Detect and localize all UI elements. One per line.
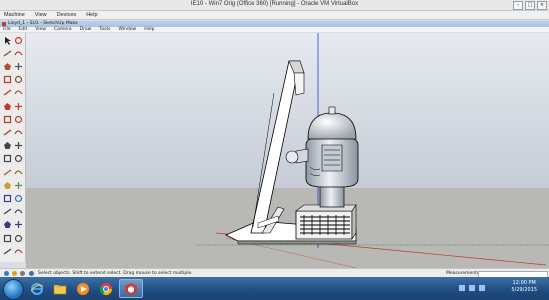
3d-text-icon[interactable] xyxy=(13,167,23,177)
look-around-icon[interactable] xyxy=(2,246,12,256)
tape-measure-icon[interactable] xyxy=(2,141,12,151)
explorer-icon[interactable] xyxy=(50,279,70,298)
robot-antenna xyxy=(328,106,336,115)
pedestal-side xyxy=(351,204,357,240)
zoom-icon[interactable] xyxy=(2,207,12,217)
section-plane-icon[interactable] xyxy=(13,180,23,190)
move-icon[interactable] xyxy=(2,114,12,124)
follow-me-icon[interactable] xyxy=(13,101,23,111)
rectangle-icon[interactable] xyxy=(2,61,12,71)
robot-hand xyxy=(285,150,299,164)
close-button[interactable]: × xyxy=(537,1,547,10)
chrome-icon[interactable] xyxy=(96,279,116,298)
media-player-icon[interactable] xyxy=(73,279,93,298)
frame-back-arm xyxy=(293,72,305,96)
axes-icon[interactable] xyxy=(2,167,12,177)
pie-icon[interactable] xyxy=(13,88,23,98)
volume-icon[interactable] xyxy=(479,285,485,291)
menu-machine[interactable]: Machine xyxy=(4,11,25,19)
zoom-extents-icon[interactable] xyxy=(13,207,23,217)
walk-icon[interactable] xyxy=(13,233,23,243)
freehand-icon[interactable] xyxy=(13,48,23,58)
text-icon[interactable] xyxy=(13,154,23,164)
start-button[interactable] xyxy=(3,279,24,300)
arc-icon[interactable] xyxy=(2,88,12,98)
vm-window-title: IE10 - Win7 Orig (Office 360) [Running] … xyxy=(190,1,359,7)
select-icon[interactable] xyxy=(2,35,12,45)
menu-view-su[interactable]: View xyxy=(35,27,46,32)
line-icon[interactable] xyxy=(2,48,12,58)
vm-window-controls: – □ × xyxy=(513,1,547,10)
rotated-rectangle-icon[interactable] xyxy=(13,61,23,71)
warehouse-icon[interactable] xyxy=(13,246,23,256)
menu-window[interactable]: Window xyxy=(118,27,136,32)
menu-tools[interactable]: Tools xyxy=(99,27,110,32)
user-icon[interactable] xyxy=(20,271,25,276)
menu-camera[interactable]: Camera xyxy=(54,27,72,32)
help-icon[interactable] xyxy=(29,271,34,276)
polygon-icon[interactable] xyxy=(13,75,23,85)
robot-face-panel xyxy=(321,144,343,172)
protractor-icon[interactable] xyxy=(13,141,23,151)
maximize-button[interactable]: □ xyxy=(525,1,535,10)
ie-icon[interactable] xyxy=(27,279,47,298)
minimize-button[interactable]: – xyxy=(513,1,523,10)
orbit-icon[interactable] xyxy=(2,193,12,203)
windows-taskbar: 12:00 PM 5/29/2015 xyxy=(0,277,549,300)
scene-canvas xyxy=(26,33,549,268)
menu-file[interactable]: File xyxy=(3,27,11,32)
clock-date: 5/29/2015 xyxy=(511,287,537,293)
clock-time: 12:00 PM xyxy=(512,280,536,286)
menu-help-su[interactable]: Help xyxy=(144,27,154,32)
base-plate-edge xyxy=(237,240,357,245)
menu-draw[interactable]: Draw xyxy=(80,27,92,32)
offset-icon[interactable] xyxy=(13,127,23,137)
clock[interactable]: 12:00 PM 5/29/2015 xyxy=(511,280,537,294)
vm-title-bar: IE10 - Win7 Orig (Office 360) [Running] … xyxy=(0,0,549,11)
system-tray: 12:00 PM 5/29/2015 xyxy=(453,277,549,300)
paint-bucket-icon[interactable] xyxy=(2,180,12,190)
scale-icon[interactable] xyxy=(2,127,12,137)
previous-view-icon[interactable] xyxy=(2,220,12,230)
network-icon[interactable] xyxy=(469,285,475,291)
vm-menu-bar: Machine View Devices Help xyxy=(0,11,549,20)
menu-devices[interactable]: Devices xyxy=(57,11,77,19)
sketchup-icon[interactable] xyxy=(119,279,143,298)
circle-icon[interactable] xyxy=(2,75,12,85)
menu-edit[interactable]: Edit xyxy=(19,27,28,32)
eraser-icon[interactable] xyxy=(13,35,23,45)
flag-icon[interactable] xyxy=(459,285,465,291)
next-view-icon[interactable] xyxy=(13,220,23,230)
sketchup-logo-icon xyxy=(2,22,6,26)
sketchup-menu-bar: File Edit View Camera Draw Tools Window … xyxy=(0,27,549,32)
credits-icon[interactable] xyxy=(12,271,17,276)
model-viewport[interactable] xyxy=(26,33,549,268)
tool-palette xyxy=(0,33,26,262)
rotate-icon[interactable] xyxy=(13,114,23,124)
dimension-icon[interactable] xyxy=(2,154,12,164)
menu-help[interactable]: Help xyxy=(86,11,97,19)
pan-icon[interactable] xyxy=(13,193,23,203)
menu-view[interactable]: View xyxy=(35,11,47,19)
position-camera-icon[interactable] xyxy=(2,233,12,243)
geo-location-icon[interactable] xyxy=(4,271,9,276)
push-pull-icon[interactable] xyxy=(2,101,12,111)
